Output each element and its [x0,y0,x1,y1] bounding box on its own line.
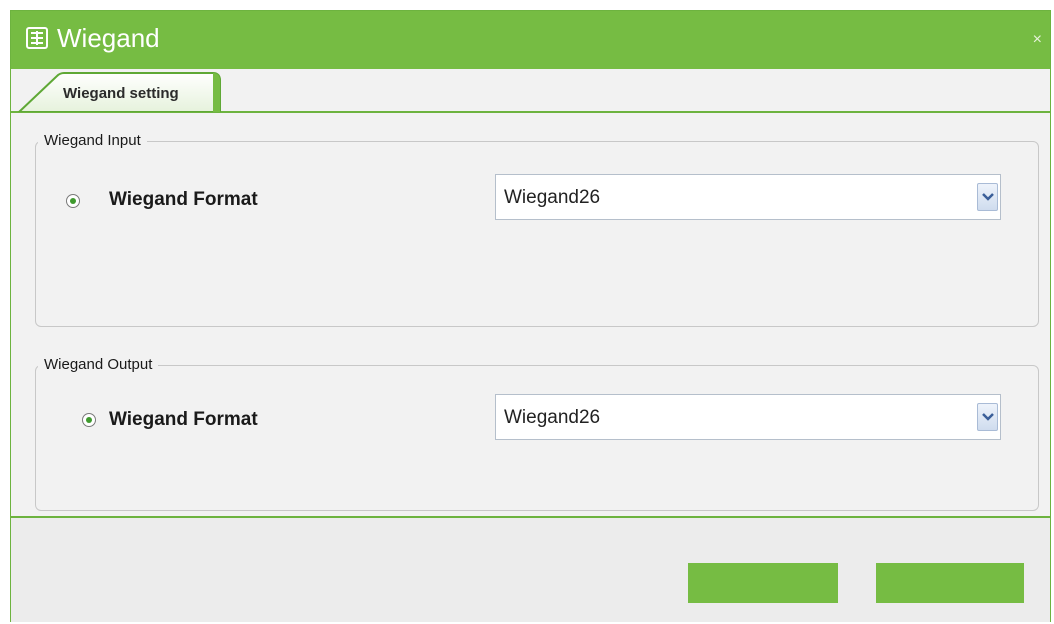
chevron-down-icon[interactable] [977,183,998,211]
select-value: Wiegand26 [504,407,601,428]
wiegand-output-format-select[interactable]: Wiegand26 [495,394,1001,440]
wiegand-output-legend: Wiegand Output [38,356,159,373]
window-title: Wiegand [57,23,160,53]
radio-selected-dot [70,198,76,204]
tab-label: Wiegand setting [63,85,179,102]
settings-content: Wiegand Input Wiegand Format Wiegand26 W… [11,113,1050,517]
wiegand-input-group: Wiegand Input Wiegand Format Wiegand26 [35,132,1039,327]
wiegand-input-legend: Wiegand Input [38,132,147,149]
close-icon[interactable]: × [1033,31,1042,49]
wiegand-input-format-radio[interactable] [66,194,80,208]
select-value: Wiegand26 [504,187,601,208]
title-bar: Wiegand × [11,11,1050,69]
dialog-footer [11,518,1050,622]
wiegand-output-group: Wiegand Output Wiegand Format Wiegand26 [35,356,1039,511]
radio-selected-dot [86,417,92,423]
wiegand-input-format-select[interactable]: Wiegand26 [495,174,1001,220]
wiegand-output-format-label: Wiegand Format [109,409,258,430]
ok-button[interactable] [688,563,838,603]
tab-wiegand-setting[interactable]: Wiegand setting [17,72,223,112]
cancel-button[interactable] [876,563,1024,603]
wiegand-dialog: Wiegand × Wiegand setting Wiegand Input … [10,10,1051,622]
wiegand-input-format-label: Wiegand Format [109,189,258,210]
chevron-down-icon[interactable] [977,403,998,431]
settings-window-icon [26,27,48,49]
wiegand-output-format-radio[interactable] [82,413,96,427]
